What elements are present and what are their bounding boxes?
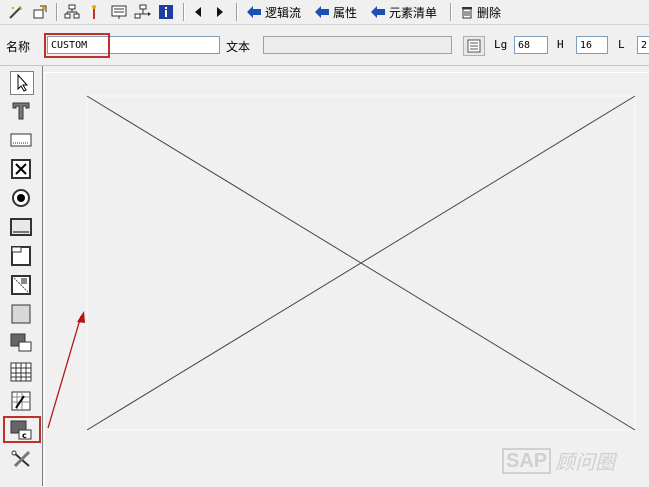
watermark-logo: SAP 顾问圈 [502,446,615,475]
watermark-cn: 顾问圈 [555,450,616,474]
watermark-sap: SAP [502,447,552,474]
custom-control-area[interactable] [0,0,649,486]
